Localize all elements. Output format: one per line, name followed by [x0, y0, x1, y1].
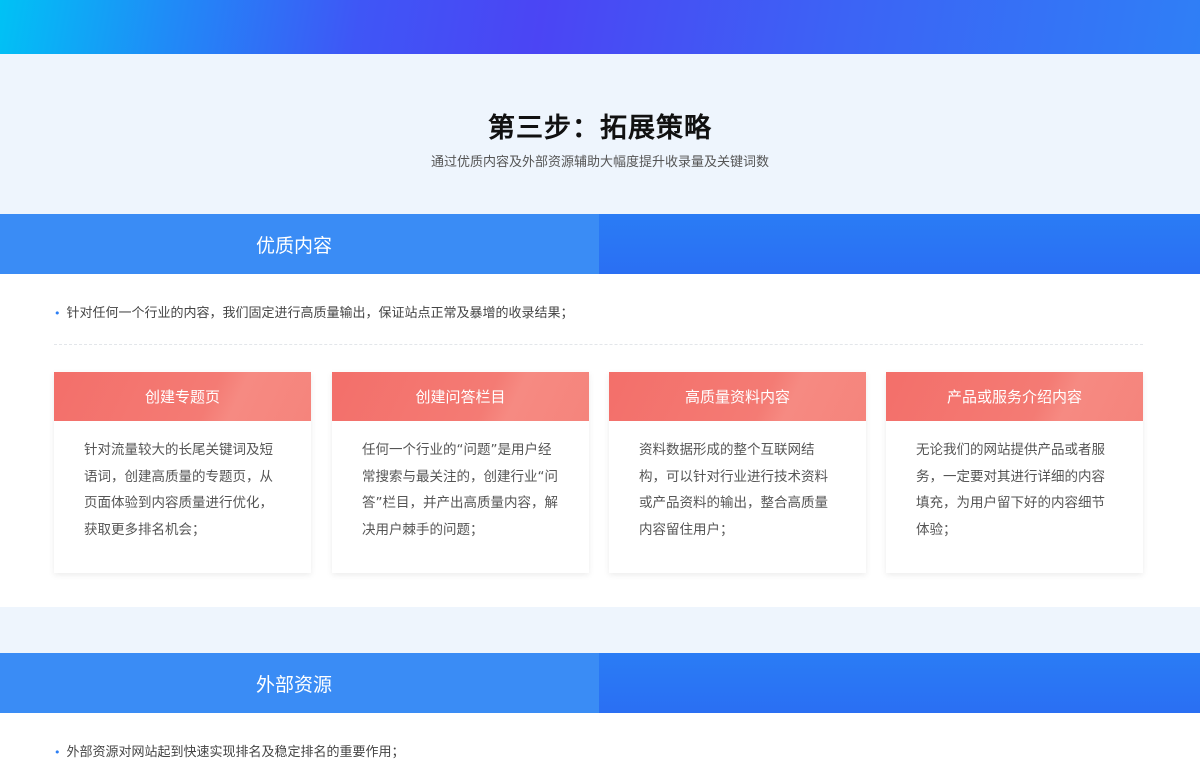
section-bullet: • 外部资源对网站起到快速实现排名及稳定排名的重要作用； [54, 741, 405, 760]
bullet-text: 针对任何一个行业的内容，我们固定进行高质量输出，保证站点正常及暴增的收录结果； [66, 306, 574, 321]
section-bar-quality-content: 优质内容 [0, 214, 1200, 274]
page-subtitle: 通过优质内容及外部资源辅助大幅度提升收录量及关键词数 [430, 155, 769, 170]
section-bar-external-resources: 外部资源 [0, 653, 1200, 713]
card-text: 任何一个行业的“问题”是用户经常搜索与最关注的，创建行业“问答”栏目，并产出高质… [362, 442, 558, 538]
section-spacer [0, 607, 1200, 653]
card-product-service: 产品或服务介绍内容 无论我们的网站提供产品或者服务，一定要对其进行详细的内容填充… [886, 372, 1143, 573]
section-title: 优质内容 [256, 234, 333, 257]
card-qa-column: 创建问答栏目 任何一个行业的“问题”是用户经常搜索与最关注的，创建行业“问答”栏… [332, 372, 589, 573]
card-title: 产品或服务介绍内容 [886, 372, 1143, 421]
card-text: 资料数据形成的整个互联网结构，可以针对行业进行技术资料或产品资料的输出，整合高质… [639, 442, 828, 538]
section-title: 外部资源 [256, 673, 333, 696]
divider [54, 344, 1143, 345]
card-title: 高质量资料内容 [609, 372, 866, 421]
section-tab-quality-content: 优质内容 [0, 214, 599, 274]
card-topic-page: 创建专题页 针对流量较大的长尾关键词及短语词，创建高质量的专题页，从页面体验到内… [54, 372, 311, 573]
bullet-dot-icon: • [54, 746, 61, 759]
section-bullet: • 针对任何一个行业的内容，我们固定进行高质量输出，保证站点正常及暴增的收录结果； [54, 302, 574, 321]
section-tab-external-resources: 外部资源 [0, 653, 599, 713]
bullet-dot-icon: • [54, 307, 61, 320]
card-text: 针对流量较大的长尾关键词及短语词，创建高质量的专题页，从页面体验到内容质量进行优… [84, 442, 273, 538]
card-title: 创建问答栏目 [332, 372, 589, 421]
section-bar-fill [599, 653, 1200, 713]
bullet-text: 外部资源对网站起到快速实现排名及稳定排名的重要作用； [66, 745, 405, 760]
page-title: 第三步：拓展策略 [488, 113, 712, 144]
card-quality-materials: 高质量资料内容 资料数据形成的整个互联网结构，可以针对行业进行技术资料或产品资料… [609, 372, 866, 573]
card-text: 无论我们的网站提供产品或者服务，一定要对其进行详细的内容填充，为用户留下好的内容… [916, 442, 1105, 538]
top-banner [0, 0, 1200, 54]
card-title: 创建专题页 [54, 372, 311, 421]
section-bar-fill [599, 214, 1200, 274]
